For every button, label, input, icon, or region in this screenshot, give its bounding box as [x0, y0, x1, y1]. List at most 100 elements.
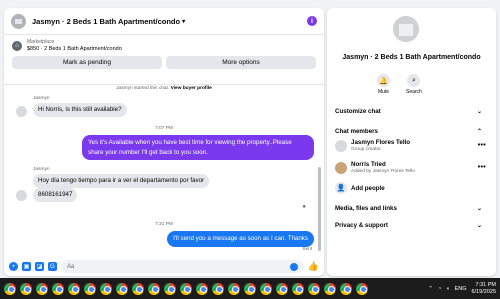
avatar [16, 190, 27, 201]
system-note-text: Jasmyn started this chat. [116, 86, 170, 91]
chat-avatar[interactable] [11, 13, 26, 29]
messenger-app: Jasmyn · 2 Beds 1 Bath Apartment/condo ▾… [0, 0, 500, 278]
chevron-down-icon: ⌄ [476, 206, 482, 212]
search-button[interactable]: ⌕ Search [406, 74, 422, 95]
mark-as-pending-button[interactable]: Mark as pending [12, 56, 162, 69]
more-options-button[interactable]: More options [166, 56, 316, 69]
chrome-icon[interactable] [244, 282, 256, 295]
section-media[interactable]: Media, files and links ⌄ [335, 205, 482, 212]
message-input[interactable]: Aa [61, 260, 304, 273]
avatar [335, 161, 347, 174]
chrome-icon[interactable] [356, 282, 368, 295]
chrome-icon[interactable] [292, 282, 304, 295]
wifi-icon[interactable]: ◔ [438, 286, 441, 292]
message-list: Jasmyn started this chat. View buyer pro… [4, 85, 324, 253]
image-icon[interactable]: ▣ [22, 262, 31, 271]
chrome-icon[interactable] [100, 282, 112, 295]
mute-label: Mute [377, 89, 390, 95]
scrollbar[interactable] [318, 167, 321, 251]
add-people-button[interactable]: 👤 Add people [335, 182, 385, 194]
chrome-icon[interactable] [132, 282, 144, 295]
add-people-label: Add people [351, 184, 385, 192]
view-buyer-profile-link[interactable]: View buyer profile [171, 86, 212, 91]
add-person-icon: 👤 [335, 182, 347, 194]
chrome-icon[interactable] [180, 282, 192, 295]
chevron-up-icon: ⌃ [476, 129, 482, 135]
chrome-icon[interactable] [308, 282, 320, 295]
chrome-icon[interactable] [116, 282, 128, 295]
gif-icon[interactable]: G [48, 262, 57, 271]
chrome-icon[interactable] [340, 282, 352, 295]
member-role: Group creator [351, 147, 381, 152]
message-input-placeholder: Aa [67, 263, 75, 270]
chrome-icon[interactable] [68, 282, 80, 295]
chrome-icon[interactable] [164, 282, 176, 295]
member-item[interactable]: Jasmyn Flores Tello Group creator ••• [335, 139, 486, 152]
clock[interactable]: 7:31 PM 6/19/2025 [472, 282, 496, 296]
taskbar: ⌃ ◔ ◖ ENG 7:31 PM 6/19/2025 [0, 278, 500, 299]
message-status: Sent [302, 246, 312, 251]
message-bubble-outgoing[interactable]: Yes it's Available when you have best ti… [82, 135, 314, 161]
message-bubble-incoming[interactable]: 8608161947 [33, 188, 78, 203]
chrome-icon[interactable] [228, 282, 240, 295]
more-icon[interactable]: ••• [478, 142, 486, 149]
thumbs-up-icon[interactable]: 👍 [308, 261, 319, 272]
message-bubble-outgoing[interactable]: I'll send you a message as soon as I can… [167, 231, 314, 247]
chrome-icon[interactable] [84, 282, 96, 295]
chat-title-text: Jasmyn · 2 Beds 1 Bath Apartment/condo [32, 16, 181, 26]
section-chat-members[interactable]: Chat members ⌃ [335, 128, 482, 135]
listing-price-title[interactable]: $850 · 2 Beds 1 Bath Apartment/condo [27, 46, 122, 52]
chevron-down-icon: ⌄ [476, 109, 482, 115]
clock-date: 6/19/2025 [471, 288, 496, 295]
marketplace-icon: ⌂ [12, 40, 22, 51]
mute-button[interactable]: 🔔 Mute [377, 74, 390, 95]
chrome-icon[interactable] [52, 282, 64, 295]
section-customize-chat[interactable]: Customize chat ⌄ [335, 108, 482, 115]
side-title: Jasmyn · 2 Beds 1 Bath Apartment/condo [342, 54, 481, 61]
chrome-icon[interactable] [4, 282, 16, 295]
section-label: Media, files and links [335, 205, 397, 212]
chrome-icon[interactable] [148, 282, 160, 295]
clock-time: 7:31 PM [475, 281, 496, 288]
member-role: Added by Jasmyn Flores Tello [351, 169, 415, 174]
chevron-down-icon: ⌄ [476, 223, 482, 229]
chrome-icon[interactable] [196, 282, 208, 295]
chevron-down-icon: ▾ [182, 18, 186, 25]
sticker-icon[interactable]: ◪ [35, 262, 44, 271]
chat-panel: Jasmyn · 2 Beds 1 Bath Apartment/condo ▾… [4, 8, 324, 276]
chrome-icon[interactable] [324, 282, 336, 295]
timestamp: 7:31 PM [155, 222, 173, 227]
chat-title[interactable]: Jasmyn · 2 Beds 1 Bath Apartment/condo ▾ [32, 17, 185, 26]
chat-info-panel: Jasmyn · 2 Beds 1 Bath Apartment/condo 🔔… [327, 8, 496, 276]
more-icon[interactable]: ••• [478, 164, 486, 171]
message-bubble-incoming[interactable]: Hoy día tengo tiempo para ir a ver el de… [33, 174, 210, 189]
section-privacy[interactable]: Privacy & support ⌄ [335, 222, 482, 229]
chrome-icon[interactable] [20, 282, 32, 295]
avatar [335, 139, 347, 152]
chrome-icon[interactable] [260, 282, 272, 295]
seen-avatar-icon: ● [302, 204, 306, 210]
message-bubble-incoming[interactable]: Hi Norris, is this still available? [33, 103, 127, 118]
emoji-icon[interactable] [289, 262, 298, 271]
search-label: Search [406, 89, 422, 95]
plus-icon[interactable]: + [9, 262, 18, 271]
member-item[interactable]: Norris Tried Added by Jasmyn Flores Tell… [335, 161, 486, 174]
volume-icon[interactable]: ◖ [446, 286, 449, 292]
section-label: Chat members [335, 128, 378, 135]
info-icon[interactable]: i [307, 16, 317, 26]
chrome-icon[interactable] [36, 282, 48, 295]
system-note: Jasmyn started this chat. View buyer pro… [4, 86, 324, 91]
message-sender: Jasmyn [33, 96, 50, 101]
listing-card: ⌂ Marketplace $850 · 2 Beds 1 Bath Apart… [4, 35, 324, 85]
system-tray: ⌃ ◔ ◖ ENG 7:31 PM 6/19/2025 [428, 278, 496, 299]
chrome-icon[interactable] [212, 282, 224, 295]
message-sender: Jasmyn [33, 167, 50, 172]
avatar [16, 106, 27, 117]
chrome-icon[interactable] [276, 282, 288, 295]
search-icon: ⌕ [407, 74, 421, 87]
chevron-up-icon[interactable]: ⌃ [428, 286, 433, 292]
timestamp: 7:07 PM [155, 126, 173, 131]
section-label: Privacy & support [335, 222, 388, 229]
listing-category: Marketplace [27, 39, 55, 45]
language-indicator[interactable]: ENG [455, 286, 467, 292]
